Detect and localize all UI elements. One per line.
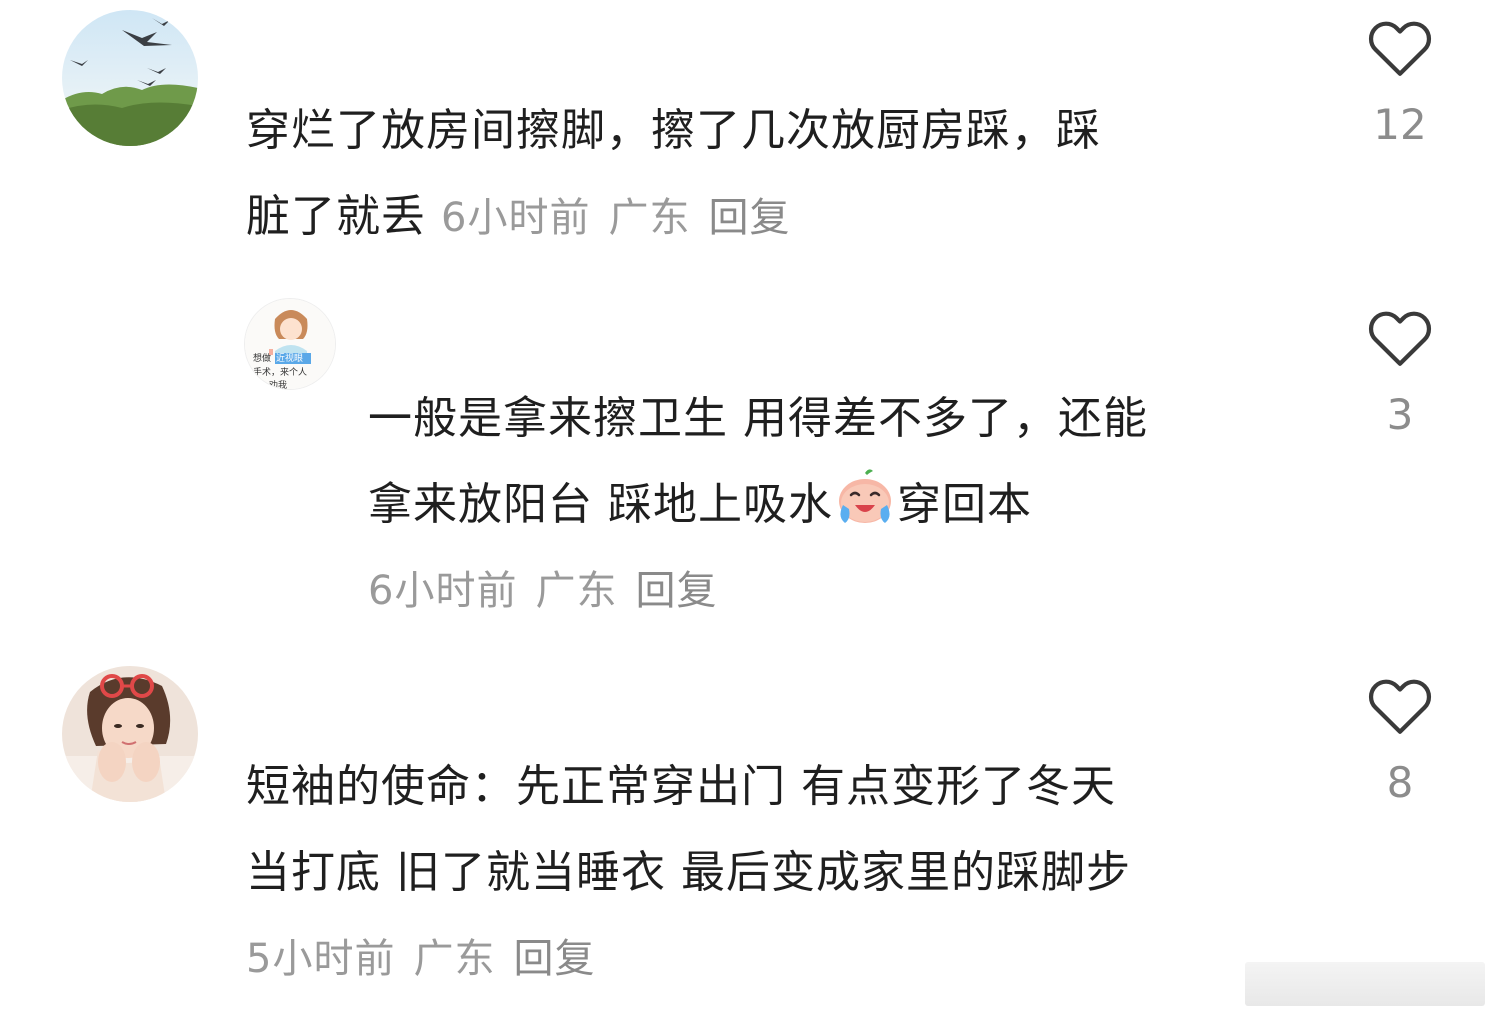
comment-text-line: 拿来放阳台 踩地上吸水 穿回本 [368, 462, 1298, 548]
like-count: 8 [1386, 758, 1414, 807]
like-section: 3 [1350, 306, 1450, 439]
avatar[interactable] [62, 10, 198, 146]
comment-text-line: 穿烂了放房间擦脚，擦了几次放厨房踩，踩 [246, 105, 1101, 156]
comment-meta: 6小时前 广东 回复 [368, 548, 1298, 634]
comment-time: 6小时前 [368, 568, 518, 614]
avatar-caption-highlight: 近视眼 [276, 352, 303, 364]
avatar-image: 想做 近视眼 手术，来个人 劝我 [245, 299, 335, 390]
comment-meta: 5小时前 广东 回复 [246, 916, 1306, 1002]
comment-meta: 6小时前 广东 回复 [441, 195, 808, 241]
like-count: 3 [1386, 390, 1414, 439]
heart-outline-icon[interactable] [1365, 306, 1435, 368]
avatar[interactable] [62, 666, 198, 802]
reply-button[interactable]: 回复 [708, 195, 790, 241]
comment-time: 6小时前 [441, 195, 591, 241]
comment-text-line: 短袖的使命：先正常穿出门 有点变形了冬天 [246, 761, 1116, 812]
avatar-image [62, 666, 198, 802]
comment-text-line: 当打底 旧了就当睡衣 最后变成家里的踩脚步 [246, 847, 1131, 898]
comment-location: 广东 [535, 568, 618, 614]
avatar-caption: 劝我 [269, 379, 287, 390]
comment-text-fragment: 脏了就丢 [246, 191, 426, 242]
like-section: 12 [1350, 16, 1450, 149]
comment-body: 穿烂了放房间擦脚，擦了几次放厨房踩，踩 脏了就丢 6小时前 广东 回复 [246, 88, 1286, 261]
comment-location: 广东 [413, 936, 496, 982]
avatar-caption: 手术，来个人 [253, 366, 307, 378]
avatar-image [62, 10, 198, 146]
comment-body: 短袖的使命：先正常穿出门 有点变形了冬天 当打底 旧了就当睡衣 最后变成家里的踩… [246, 744, 1306, 1002]
bottom-fade-overlay [1245, 962, 1485, 1006]
comment-text-line: 脏了就丢 6小时前 广东 回复 [246, 174, 1286, 261]
comment-body: 一般是拿来擦卫生 用得差不多了，还能 拿来放阳台 踩地上吸水 穿回本 6小时前广… [368, 376, 1298, 634]
comment-text-fragment: 拿来放阳台 踩地上吸水 [368, 479, 833, 530]
reply-button[interactable]: 回复 [513, 936, 595, 982]
comment-text-fragment: 穿回本 [897, 479, 1032, 530]
comment-time: 5小时前 [246, 936, 396, 982]
comment-text-line: 一般是拿来擦卫生 用得差不多了，还能 [368, 393, 1148, 444]
heart-outline-icon[interactable] [1365, 16, 1435, 78]
reply-button[interactable]: 回复 [635, 568, 717, 614]
crying-laughing-emoji [839, 469, 891, 523]
avatar[interactable]: 想做 近视眼 手术，来个人 劝我 [244, 298, 336, 390]
like-section: 8 [1350, 674, 1450, 807]
heart-outline-icon[interactable] [1365, 674, 1435, 736]
comment-location: 广东 [608, 195, 691, 241]
avatar-caption: 想做 [253, 352, 271, 364]
like-count: 12 [1373, 100, 1427, 149]
